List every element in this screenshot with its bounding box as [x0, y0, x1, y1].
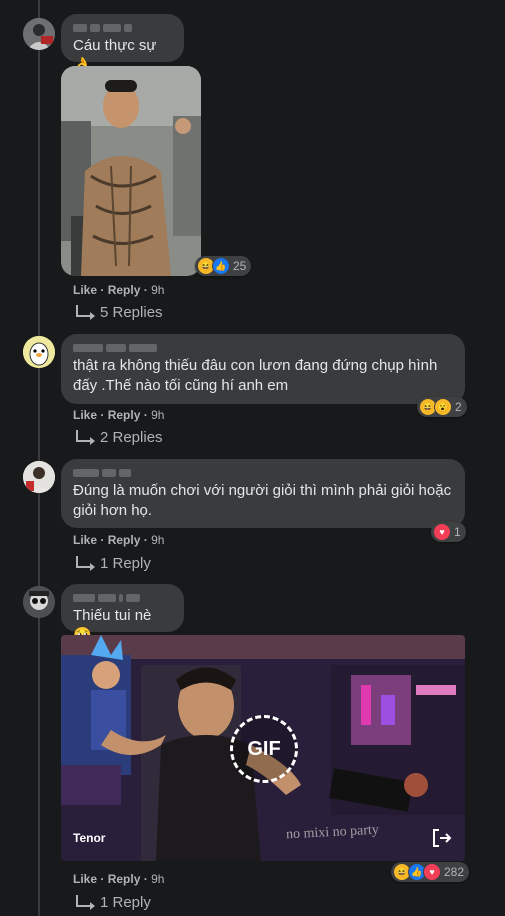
gif-attachment[interactable]: GIF no mixi no party Tenor — [61, 635, 465, 861]
like-button[interactable]: Like — [73, 408, 97, 422]
reaction-summary[interactable]: 😆 😮 2 — [417, 397, 467, 417]
timestamp[interactable]: 9h — [151, 408, 164, 422]
like-button[interactable]: Like — [73, 872, 97, 886]
like-reaction-icon: 👍 — [212, 257, 230, 275]
separator: · — [100, 408, 105, 422]
gif-play-button[interactable]: GIF — [230, 715, 298, 783]
author-name-redacted[interactable] — [73, 342, 453, 353]
separator: · — [100, 872, 105, 886]
comment-bubble: Cáu thực sự 👌 — [61, 14, 184, 74]
comment-actions: Like · Reply · 9h — [73, 533, 164, 547]
reply-arrow-icon — [76, 894, 95, 910]
timestamp[interactable]: 9h — [151, 283, 164, 297]
share-icon[interactable] — [431, 827, 453, 849]
author-name-redacted[interactable] — [73, 592, 172, 603]
thread-line — [38, 0, 40, 916]
separator: · — [100, 283, 105, 297]
reply-button[interactable]: Reply — [108, 283, 141, 297]
comment-actions: Like · Reply · 9h — [73, 408, 164, 422]
view-replies-button[interactable]: 1 Reply — [76, 894, 151, 911]
author-name-redacted[interactable] — [73, 467, 453, 478]
separator: · — [143, 872, 148, 886]
reply-button[interactable]: Reply — [108, 408, 141, 422]
reaction-count: 2 — [455, 400, 462, 414]
reaction-count: 282 — [444, 865, 465, 879]
view-replies-button[interactable]: 2 Replies — [76, 429, 163, 446]
reply-button[interactable]: Reply — [108, 872, 141, 886]
love-reaction-icon: ♥ — [433, 523, 451, 541]
comment-actions: Like · Reply · 9h — [73, 872, 164, 886]
wow-reaction-icon: 😮 — [434, 398, 452, 416]
replies-label: 2 Replies — [100, 429, 163, 446]
reply-arrow-icon — [76, 304, 95, 320]
comment-bubble: thật ra không thiếu đâu con lươn đang đứ… — [61, 334, 465, 404]
reply-button[interactable]: Reply — [108, 533, 141, 547]
comment-bubble: Đúng là muốn chơi với người giỏi thì mìn… — [61, 459, 465, 528]
separator: · — [100, 533, 105, 547]
comment-text: Đúng là muốn chơi với người giỏi thì mìn… — [73, 482, 452, 519]
love-reaction-icon: ♥ — [423, 863, 441, 881]
avatar[interactable] — [23, 18, 55, 50]
avatar[interactable] — [23, 336, 55, 368]
gif-source-label: Tenor — [73, 831, 106, 845]
comment-actions: Like · Reply · 9h — [73, 283, 164, 297]
avatar[interactable] — [23, 461, 55, 493]
reaction-summary[interactable]: ♥ 1 — [431, 522, 466, 542]
replies-label: 5 Replies — [100, 304, 163, 321]
reaction-summary[interactable]: 😆 👍 ♥ 282 — [391, 862, 470, 882]
separator: · — [143, 533, 148, 547]
like-button[interactable]: Like — [73, 533, 97, 547]
reply-arrow-icon — [76, 429, 95, 445]
comment-photo[interactable] — [61, 66, 201, 276]
reaction-count: 1 — [454, 525, 461, 539]
reaction-summary[interactable]: 😆 👍 25 — [195, 256, 252, 276]
comment-text: thật ra không thiếu đâu con lươn đang đứ… — [73, 357, 438, 394]
reply-arrow-icon — [76, 555, 95, 571]
author-name-redacted[interactable] — [73, 22, 172, 33]
timestamp[interactable]: 9h — [151, 533, 164, 547]
view-replies-button[interactable]: 1 Reply — [76, 555, 151, 572]
like-button[interactable]: Like — [73, 283, 97, 297]
separator: · — [143, 408, 148, 422]
replies-label: 1 Reply — [100, 555, 151, 572]
timestamp[interactable]: 9h — [151, 872, 164, 886]
reaction-count: 25 — [233, 259, 247, 273]
view-replies-button[interactable]: 5 Replies — [76, 304, 163, 321]
replies-label: 1 Reply — [100, 894, 151, 911]
comment-bubble: Thiếu tui nè 🥹 — [61, 584, 184, 644]
separator: · — [143, 283, 148, 297]
avatar[interactable] — [23, 586, 55, 618]
